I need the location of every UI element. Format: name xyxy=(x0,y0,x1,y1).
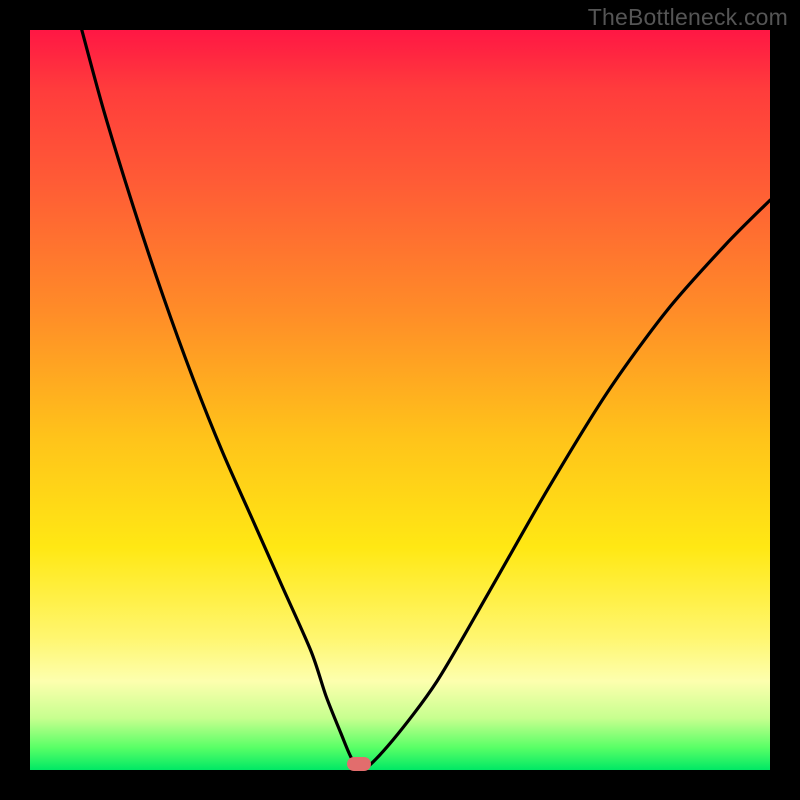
plot-area xyxy=(30,30,770,770)
curve-svg xyxy=(30,30,770,770)
watermark-text: TheBottleneck.com xyxy=(588,4,788,31)
optimal-point-marker xyxy=(347,757,371,771)
chart-container: TheBottleneck.com xyxy=(0,0,800,800)
bottleneck-curve xyxy=(82,30,770,770)
